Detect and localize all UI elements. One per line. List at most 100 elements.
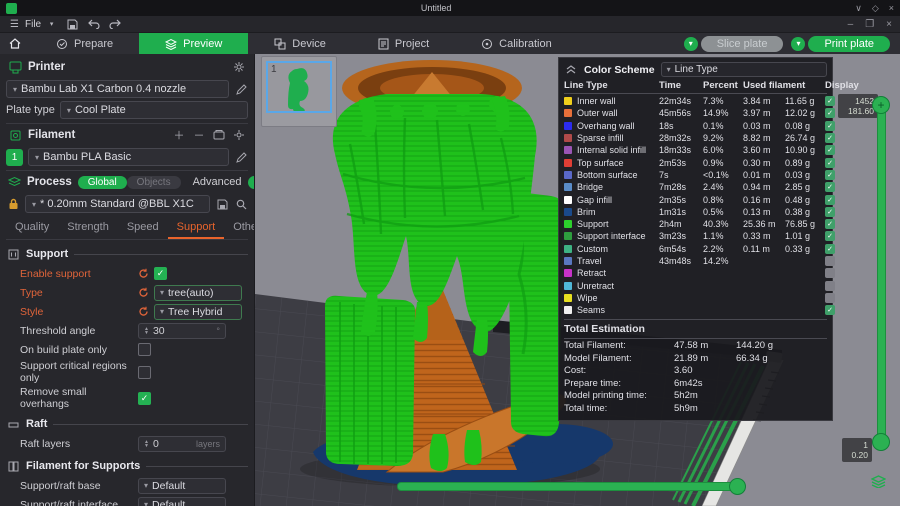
display-checkbox[interactable]: [825, 256, 835, 266]
line-type-weight: 0.33 g: [785, 244, 823, 254]
tab-calibration[interactable]: Calibration: [455, 33, 578, 54]
setting-checkbox[interactable]: [138, 366, 151, 379]
display-checkbox[interactable]: [825, 268, 835, 278]
process-preset-dropdown[interactable]: ▾ * 0.20mm Standard @BBL X1C: [25, 195, 210, 213]
flush-volumes-icon[interactable]: [212, 128, 226, 142]
setting-dropdown[interactable]: ▾tree(auto): [154, 285, 242, 301]
support-section-icon: [6, 247, 20, 261]
tab-prepare[interactable]: Prepare: [30, 33, 139, 54]
line-type-row: Seams✓: [564, 304, 827, 316]
plate-thumbnail[interactable]: 1: [261, 56, 337, 127]
spinner-arrows-icon[interactable]: ▲▼: [144, 327, 149, 335]
display-checkbox[interactable]: ✓: [825, 244, 835, 254]
3d-viewport[interactable]: 1 Color Scheme ▾ Line Type: [255, 54, 900, 506]
move-slider-track[interactable]: [397, 482, 745, 491]
setting-checkbox[interactable]: [138, 343, 151, 356]
display-checkbox[interactable]: ✓: [825, 182, 835, 192]
os-minimize-icon[interactable]: ∨: [855, 3, 862, 14]
raft-layers-spinner[interactable]: ▲▼ 0 layers: [138, 436, 226, 452]
line-type-length: 0.03 m: [743, 121, 783, 131]
save-icon[interactable]: [66, 18, 79, 31]
filament-preset-dropdown[interactable]: ▾ Bambu PLA Basic: [28, 148, 229, 166]
slice-options-dropdown[interactable]: ▾: [684, 37, 698, 51]
plate-type-dropdown[interactable]: ▾ Cool Plate: [60, 101, 248, 119]
setting-spinner[interactable]: ▲▼30°: [138, 323, 226, 339]
line-type-weight: 0.03 g: [785, 170, 823, 180]
display-checkbox[interactable]: [825, 281, 835, 291]
line-type-name: Sparse infill: [577, 133, 657, 143]
tab-device[interactable]: Device: [248, 33, 352, 54]
layers-icon[interactable]: [871, 475, 886, 491]
edit-printer-icon[interactable]: [234, 82, 248, 96]
line-type-time: 22m34s: [659, 96, 701, 106]
support-raft-base-dropdown[interactable]: ▾Default: [138, 478, 226, 494]
param-tab-others[interactable]: Others: [224, 218, 255, 239]
line-type-percent: 0.9%: [703, 158, 741, 168]
os-close-icon[interactable]: ×: [889, 3, 894, 14]
app-close-icon[interactable]: ×: [886, 19, 892, 30]
printer-preset-dropdown[interactable]: ▾ Bambu Lab X1 Carbon 0.4 nozzle: [6, 80, 229, 98]
setting-label: Remove small overhangs: [20, 386, 138, 410]
total-row: Total time:5h9m: [564, 402, 827, 415]
display-checkbox[interactable]: ✓: [825, 133, 835, 143]
os-maximize-icon[interactable]: ◇: [872, 3, 879, 14]
process-objects-tab[interactable]: Objects: [127, 176, 181, 189]
display-checkbox[interactable]: ✓: [825, 170, 835, 180]
reset-icon[interactable]: [138, 268, 150, 280]
move-slider-handle[interactable]: [729, 478, 746, 495]
param-tab-speed[interactable]: Speed: [118, 218, 168, 239]
printer-settings-gear-icon[interactable]: [232, 60, 246, 74]
search-icon[interactable]: [234, 197, 248, 211]
plate-thumbnail-model: [268, 63, 330, 111]
raft-section-icon: [6, 417, 20, 431]
display-checkbox[interactable]: ✓: [825, 231, 835, 241]
setting-checkbox[interactable]: ✓: [154, 267, 167, 280]
process-global-tab[interactable]: Global: [78, 176, 127, 189]
line-type-name: Inner wall: [577, 96, 657, 106]
filament-settings-gear-icon[interactable]: [232, 128, 246, 142]
layer-slider-bottom-handle[interactable]: [872, 433, 890, 451]
display-checkbox[interactable]: [825, 293, 835, 303]
app-minimize-icon[interactable]: –: [848, 19, 854, 30]
reset-icon[interactable]: [138, 306, 150, 318]
display-checkbox[interactable]: ✓: [825, 121, 835, 131]
tab-preview[interactable]: Preview: [139, 33, 248, 54]
layer-slider-track[interactable]: [877, 105, 886, 443]
layer-slider-add-button[interactable]: +: [872, 96, 890, 114]
display-checkbox[interactable]: ✓: [825, 207, 835, 217]
display-checkbox[interactable]: ✓: [825, 195, 835, 205]
chevron-down-icon: ▾: [160, 307, 164, 316]
print-plate-button[interactable]: Print plate: [808, 36, 890, 52]
param-tab-quality[interactable]: Quality: [6, 218, 58, 239]
display-checkbox[interactable]: ✓: [825, 219, 835, 229]
spinner-arrows-icon[interactable]: ▲▼: [144, 440, 149, 448]
print-options-dropdown[interactable]: ▾: [791, 37, 805, 51]
line-type-percent: 14.9%: [703, 108, 741, 118]
reset-icon[interactable]: [138, 287, 150, 299]
support-raft-interface-dropdown[interactable]: ▾Default: [138, 497, 226, 506]
advanced-toggle[interactable]: [248, 176, 255, 189]
add-filament-icon[interactable]: ＋: [172, 128, 186, 142]
setting-checkbox[interactable]: ✓: [138, 392, 151, 405]
edit-filament-icon[interactable]: [234, 150, 248, 164]
redo-icon[interactable]: [108, 18, 121, 31]
param-tab-strength[interactable]: Strength: [58, 218, 118, 239]
save-preset-icon[interactable]: [215, 197, 229, 211]
param-tab-support[interactable]: Support: [168, 218, 225, 239]
color-scheme-dropdown[interactable]: ▾ Line Type: [661, 62, 827, 77]
remove-filament-icon[interactable]: －: [192, 128, 206, 142]
file-menu[interactable]: ☰ File ▾: [8, 18, 58, 31]
app-restore-icon[interactable]: ❐: [865, 19, 874, 30]
setting-dropdown[interactable]: ▾Tree Hybrid: [154, 304, 242, 320]
filament-slot-badge[interactable]: 1: [6, 149, 23, 166]
display-checkbox[interactable]: ✓: [825, 158, 835, 168]
display-checkbox[interactable]: ✓: [825, 96, 835, 106]
slice-plate-button[interactable]: Slice plate: [701, 36, 784, 52]
tab-project[interactable]: Project: [352, 33, 455, 54]
home-tab[interactable]: [0, 33, 30, 54]
display-checkbox[interactable]: ✓: [825, 145, 835, 155]
collapse-panel-icon[interactable]: [564, 63, 578, 77]
display-checkbox[interactable]: ✓: [825, 305, 835, 315]
display-checkbox[interactable]: ✓: [825, 108, 835, 118]
undo-icon[interactable]: [87, 18, 100, 31]
